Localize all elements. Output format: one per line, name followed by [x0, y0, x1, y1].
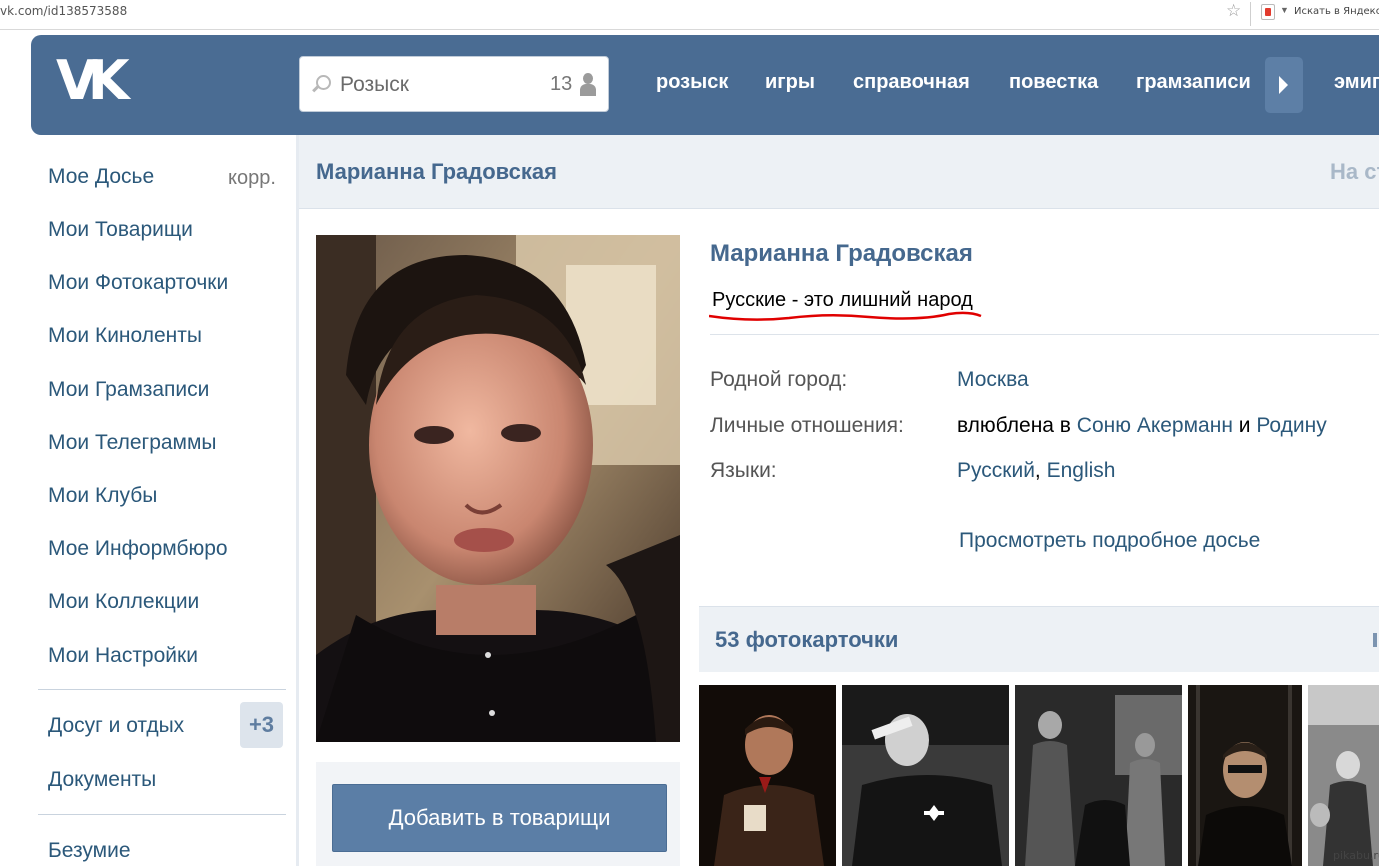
search-icon	[312, 75, 331, 95]
languages-label: Языки:	[710, 459, 777, 482]
site-header: VK 13 розыск игры справочная повестка гр…	[31, 35, 1379, 135]
browser-search-field[interactable]: Искать в Яндексе	[1294, 6, 1379, 17]
topnav-item-search[interactable]: розыск	[656, 71, 728, 94]
language-english-link[interactable]: English	[1047, 459, 1116, 482]
sidebar-divider	[38, 689, 286, 690]
profile-name: Марианна Градовская	[710, 240, 973, 267]
sidebar-item-settings[interactable]: Мои Настройки	[48, 644, 198, 668]
relationship-value: влюблена в Соню Акерманн и Родину	[957, 414, 1327, 438]
language-separator: ,	[1034, 459, 1047, 482]
relationship-conjunction: и	[1232, 414, 1257, 437]
sidebar-item-friends[interactable]: Мои Товарищи	[48, 218, 193, 242]
photo-thumb-image	[1188, 685, 1302, 866]
photo-thumb[interactable]	[1015, 685, 1182, 866]
page-title: Марианна Градовская	[316, 159, 557, 184]
info-divider	[710, 334, 1379, 335]
relationship-prefix: влюблена в	[957, 414, 1077, 437]
sidebar-item-documents[interactable]: Документы	[48, 768, 156, 792]
bookmark-star-icon[interactable]: ☆	[1226, 1, 1244, 21]
page-header: Марианна Градовская На ст	[299, 135, 1379, 209]
photos-title[interactable]: 53 фотокарточки	[715, 627, 898, 653]
photos-header-edge	[1373, 633, 1377, 647]
language-russian-link[interactable]: Русский	[957, 459, 1035, 482]
toolbar-divider	[1250, 2, 1251, 26]
profile-status[interactable]: Русские - это лишний народ	[712, 289, 973, 312]
sidebar-item-photos[interactable]: Мои Фотокарточки	[48, 271, 228, 295]
sidebar-item-groups[interactable]: Мои Клубы	[48, 484, 157, 508]
photo-thumb-image	[1015, 685, 1182, 866]
languages-value: Русский, English	[957, 459, 1115, 483]
motherland-link[interactable]: Родину	[1256, 414, 1326, 437]
photo-thumb-image	[699, 685, 836, 866]
search-people-count: 13	[550, 73, 573, 95]
sidebar-item-my-page[interactable]: Мое Досье	[48, 165, 154, 189]
avatar-image	[316, 235, 680, 742]
page-header-link[interactable]: На ст	[1330, 159, 1379, 185]
status-underline-mark	[709, 311, 982, 321]
yandex-search-engine-icon[interactable]	[1261, 4, 1275, 20]
sidebar-item-messages[interactable]: Мои Телеграммы	[48, 431, 217, 455]
sidebar-item-audio[interactable]: Мои Грамзаписи	[48, 378, 209, 402]
sidebar-item-bookmarks[interactable]: Мои Коллекции	[48, 590, 199, 614]
address-bar[interactable]: vk.com/id138573588	[0, 4, 127, 18]
full-profile-link[interactable]: Просмотреть подробное досье	[959, 529, 1260, 553]
sidebar-item-madness[interactable]: Безумие	[48, 839, 131, 863]
search-input[interactable]	[340, 71, 540, 99]
photo-thumb-image	[1308, 685, 1379, 866]
photo-thumb[interactable]	[1308, 685, 1379, 866]
topnav-item-games[interactable]: игры	[765, 71, 815, 94]
chevron-down-icon[interactable]: ▼	[1280, 5, 1289, 15]
watermark: pikabu.ru	[1333, 849, 1379, 862]
add-friend-button[interactable]: Добавить в товарищи	[332, 784, 667, 852]
topnav-item-agenda[interactable]: повестка	[1009, 71, 1098, 94]
sidebar-item-news[interactable]: Мое Информбюро	[48, 537, 228, 561]
profile-avatar[interactable]	[316, 235, 680, 742]
topnav-item-emigration[interactable]: эмиг	[1334, 71, 1379, 94]
search-box[interactable]: 13	[299, 56, 609, 112]
hometown-label: Родной город:	[710, 368, 848, 391]
relationship-label: Личные отношения:	[710, 414, 904, 437]
topnav-item-music[interactable]: грамзаписи	[1136, 71, 1251, 94]
photo-thumb[interactable]	[842, 685, 1009, 866]
sidebar-item-videos[interactable]: Мои Киноленты	[48, 324, 202, 348]
column-divider	[296, 135, 299, 866]
hometown-value[interactable]: Москва	[957, 368, 1029, 392]
profile-actions: Добавить в товарищи	[316, 762, 680, 866]
vk-logo[interactable]: VK	[56, 53, 130, 109]
person-icon	[580, 73, 596, 97]
photo-thumb-image	[842, 685, 1009, 866]
photo-thumb[interactable]	[699, 685, 836, 866]
browser-toolbar: vk.com/id138573588 ☆ ▼ Искать в Яндексе	[0, 0, 1379, 30]
nav-more-arrow-icon[interactable]	[1265, 57, 1303, 113]
sidebar-edit-link[interactable]: корр.	[228, 167, 276, 190]
sidebar-item-apps[interactable]: Досуг и отдых	[48, 714, 184, 738]
photos-header: 53 фотокарточки	[699, 606, 1379, 672]
partner-link[interactable]: Соню Акерманн	[1077, 414, 1233, 437]
sidebar-divider	[38, 814, 286, 815]
photo-thumb[interactable]	[1188, 685, 1302, 866]
topnav-item-help[interactable]: справочная	[853, 71, 970, 94]
apps-count-badge[interactable]: +3	[240, 702, 283, 748]
